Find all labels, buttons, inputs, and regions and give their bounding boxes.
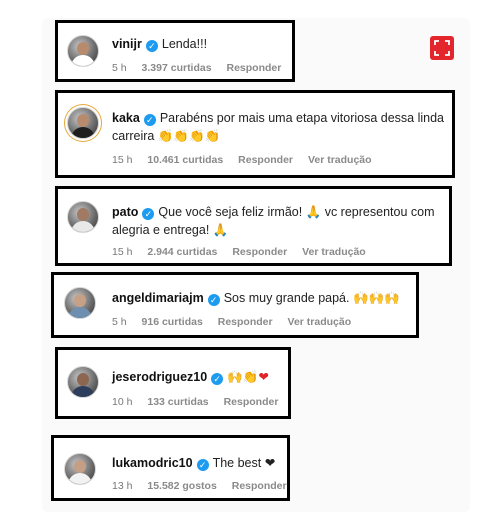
comment-time: 13 h [112, 480, 133, 492]
verified-badge-icon: ✓ [196, 459, 209, 471]
comment-text-continued: alegria e entrega! 🙏 [112, 223, 229, 237]
verified-badge-icon: ✓ [142, 208, 155, 220]
username[interactable]: lukamodric10 [112, 456, 193, 470]
comment-text-continued: carreira 👏👏👏👏 [112, 129, 221, 143]
comment-pato: pato ✓ Que você seja feliz irmão! 🙏 vc rep… [55, 186, 452, 266]
translate-button[interactable]: Ver tradução [308, 154, 372, 166]
reply-button[interactable]: Responder [227, 62, 282, 74]
likes-count[interactable]: 133 curtidas [147, 396, 208, 408]
verified-badge-icon: ✓ [207, 294, 220, 306]
verified-badge-icon: ✓ [143, 114, 156, 126]
comment-text: Sos muy grande papá. 🙌🙌🙌 [223, 291, 400, 305]
comment-jeserodriguez10: jeserodriguez10 ✓ 🙌👏❤ 10 h 133 curtidas Re… [55, 347, 291, 419]
comment-text: The best ❤ [212, 456, 276, 470]
avatar[interactable] [67, 35, 99, 67]
comment-time: 15 h [112, 246, 133, 258]
comment-kaka: kaka ✓ Parabéns por mais uma etapa vitorio… [55, 90, 455, 178]
avatar[interactable] [67, 201, 99, 233]
likes-count[interactable]: 3.397 curtidas [142, 62, 212, 74]
comment-time: 5 h [112, 62, 127, 74]
likes-count[interactable]: 916 curtidas [142, 316, 203, 328]
avatar[interactable] [64, 453, 96, 485]
comment-time: 10 h [112, 396, 133, 408]
translate-button[interactable]: Ver tradução [288, 316, 352, 328]
avatar[interactable] [67, 107, 99, 139]
comment-angeldimariajm: angeldimariajm ✓ Sos muy grande papá. 🙌🙌🙌 … [51, 272, 419, 338]
expand-icon[interactable] [430, 36, 454, 60]
likes-count[interactable]: 15.582 gostos [147, 480, 216, 492]
reply-button[interactable]: Responder [238, 154, 293, 166]
verified-badge-icon: ✓ [211, 373, 224, 385]
username[interactable]: jeserodriguez10 [112, 370, 207, 384]
reply-button[interactable]: Responder [224, 396, 279, 408]
username[interactable]: pato [112, 205, 138, 219]
username[interactable]: angeldimariajm [112, 291, 204, 305]
likes-count[interactable]: 10.461 curtidas [147, 154, 223, 166]
avatar[interactable] [64, 287, 96, 319]
comment-time: 15 h [112, 154, 133, 166]
avatar[interactable] [67, 366, 99, 398]
comment-text: Parabéns por mais uma etapa vitoriosa de… [159, 111, 444, 125]
translate-button[interactable]: Ver tradução [302, 246, 366, 258]
reply-button[interactable]: Responder [218, 316, 273, 328]
comment-text: 🙌👏❤ [227, 370, 269, 384]
likes-count[interactable]: 2.944 curtidas [147, 246, 217, 258]
reply-button[interactable]: Responder [232, 246, 287, 258]
comment-text: Que você seja feliz irmão! 🙏 vc represen… [158, 205, 435, 219]
comment-lukamodric10: lukamodric10 ✓ The best ❤ 13 h 15.582 gost… [51, 435, 290, 501]
verified-badge-icon: ✓ [145, 40, 158, 52]
reply-button[interactable]: Responder [232, 480, 287, 492]
username[interactable]: vinijr [112, 37, 142, 51]
comment-text: Lenda!!! [161, 37, 208, 51]
comment-time: 5 h [112, 316, 127, 328]
username[interactable]: kaka [112, 111, 140, 125]
comment-vinijr: vinijr ✓ Lenda!!! 5 h 3.397 curtidas Respo… [55, 20, 295, 82]
